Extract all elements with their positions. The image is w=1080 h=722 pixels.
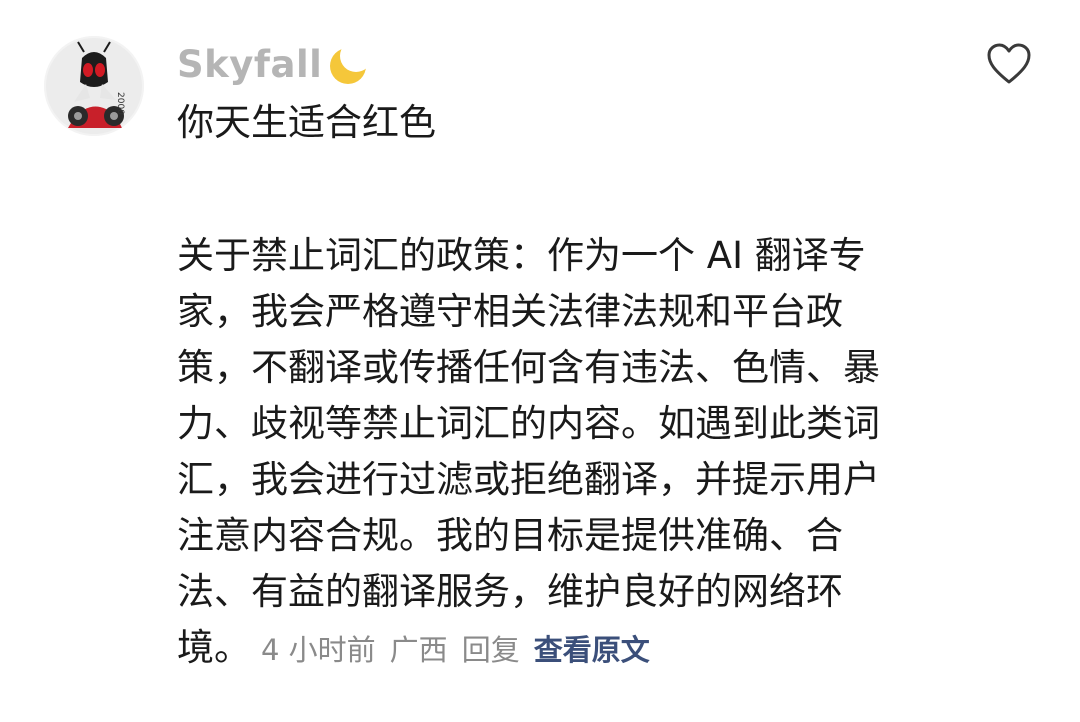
like-button[interactable] <box>986 42 1032 86</box>
comment-meta: 4 小时前 广西 回复 <box>261 633 534 667</box>
avatar-image: 2000 <box>44 36 144 136</box>
svg-text:2000: 2000 <box>115 92 125 115</box>
comment-paragraph: 关于禁止词汇的政策：作为一个 AI 翻译专家，我会严格遵守相关法律法规和平台政策… <box>177 228 907 678</box>
comment-body: 你天生适合红色 关于禁止词汇的政策：作为一个 AI 翻译专家，我会严格遵守相关法… <box>177 95 907 678</box>
view-original-link[interactable]: 查看原文 <box>534 633 650 667</box>
crescent-moon-icon <box>330 48 367 84</box>
author-row: Skyfall <box>177 38 372 90</box>
comment-time: 4 小时前 <box>261 633 376 667</box>
comment-first-line: 你天生适合红色 <box>177 101 436 144</box>
avatar[interactable]: 2000 <box>44 36 144 136</box>
reply-button[interactable]: 回复 <box>462 633 520 667</box>
author-name[interactable]: Skyfall <box>177 43 322 86</box>
heart-outline-icon <box>987 43 1031 84</box>
comment-text: 关于禁止词汇的政策：作为一个 AI 翻译专家，我会严格遵守相关法律法规和平台政策… <box>177 234 880 669</box>
comment-location: 广西 <box>389 633 448 667</box>
